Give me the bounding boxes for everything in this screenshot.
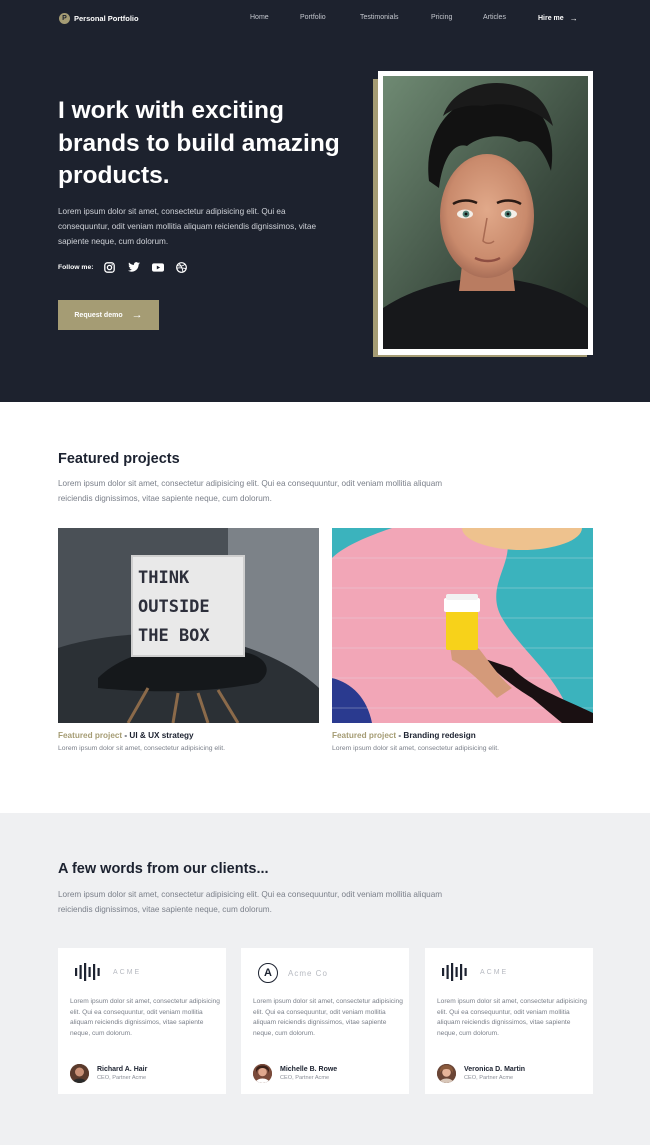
circle-a-icon: A: [258, 963, 278, 983]
author-role: CEO, Partner Acme: [97, 1075, 147, 1081]
instagram-icon[interactable]: [104, 261, 116, 273]
client-logo: ACME: [442, 963, 508, 981]
project-desc-ui-ux: Lorem ipsum dolor sit amet, consectetur …: [58, 745, 225, 752]
testimonial-quote: Lorem ipsum dolor sit amet, consectetur …: [437, 998, 587, 1037]
testimonials-description: Lorem ipsum dolor sit amet, consectetur …: [58, 890, 443, 914]
arrow-right-icon: →: [569, 14, 578, 23]
logo-mark-icon: P: [59, 13, 70, 24]
client-logo: ACME: [75, 963, 141, 981]
client-logo-text: ACME: [480, 968, 509, 976]
testimonial-author: Richard A. Hair CEO, Partner Acme: [70, 1064, 147, 1083]
testimonial-author: Veronica D. Martin CEO, Partner Acme: [437, 1064, 525, 1083]
featured-description: Lorem ipsum dolor sit amet, consectetur …: [58, 479, 443, 503]
nav-portfolio[interactable]: Portfolio: [300, 14, 326, 21]
sign-line-3: THE BOX: [138, 626, 210, 646]
hire-me-label: Hire me: [538, 15, 564, 22]
avatar: [253, 1064, 272, 1083]
portrait-photo: [383, 76, 588, 349]
arrow-right-icon: →: [131, 309, 143, 321]
follow-label: Follow me:: [58, 263, 94, 271]
project-image-ui-ux[interactable]: THINK OUTSIDE THE BOX: [58, 528, 319, 723]
testimonial-quote: Lorem ipsum dolor sit amet, consectetur …: [253, 998, 403, 1037]
author-name: Michelle B. Rowe: [280, 1066, 338, 1073]
testimonial-card: A Acme Co Lorem ipsum dolor sit amet, co…: [241, 948, 409, 1094]
client-logo-text: ACME: [113, 968, 142, 976]
brand-name: Personal Portfolio: [74, 14, 139, 23]
twitter-icon[interactable]: [127, 261, 140, 273]
author-name: Richard A. Hair: [97, 1066, 148, 1073]
testimonial-card: ACME Lorem ipsum dolor sit amet, consect…: [58, 948, 226, 1094]
youtube-icon[interactable]: [151, 261, 164, 273]
testimonials-title: A few words from our clients...: [58, 861, 269, 877]
brand-logo[interactable]: P Personal Portfolio: [59, 13, 139, 24]
nav-home[interactable]: Home: [250, 14, 269, 21]
sign-line-1: THINK: [138, 568, 190, 588]
client-logo: A Acme Co: [258, 963, 328, 983]
author-name: Veronica D. Martin: [464, 1066, 526, 1073]
soundwave-icon: [75, 963, 100, 981]
testimonial-author: Michelle B. Rowe CEO, Partner Acme: [253, 1064, 337, 1083]
avatar: [437, 1064, 456, 1083]
hero-title: I work with exciting brands to build ama…: [58, 97, 340, 189]
nav-testimonials[interactable]: Testimonials: [360, 14, 399, 21]
project-image-branding[interactable]: [332, 528, 593, 723]
social-follow: Follow me:: [58, 261, 200, 273]
project-desc-branding: Lorem ipsum dolor sit amet, consectetur …: [332, 745, 499, 752]
author-role: CEO, Partner Acme: [464, 1075, 514, 1081]
project-prefix: Featured project: [332, 731, 397, 740]
dribbble-icon[interactable]: [176, 261, 188, 273]
soundwave-icon: [442, 963, 467, 981]
avatar: [70, 1064, 89, 1083]
project-name: - UI & UX strategy: [122, 731, 194, 740]
testimonial-quote: Lorem ipsum dolor sit amet, consectetur …: [70, 998, 220, 1037]
project-prefix: Featured project: [58, 731, 123, 740]
author-role: CEO, Partner Acme: [280, 1075, 330, 1081]
nav-articles[interactable]: Articles: [483, 14, 506, 21]
project-title-branding[interactable]: Featured project - Branding redesign: [332, 731, 476, 740]
request-demo-button[interactable]: Request demo →: [58, 300, 159, 330]
hero-section: P Personal Portfolio Home Portfolio Test…: [0, 0, 650, 402]
project-name: - Branding redesign: [396, 731, 476, 740]
sign-line-2: OUTSIDE: [138, 597, 210, 617]
featured-title: Featured projects: [58, 451, 180, 467]
nav-pricing[interactable]: Pricing: [431, 14, 452, 21]
request-demo-label: Request demo: [74, 311, 123, 319]
client-logo-text: Acme Co: [288, 968, 328, 978]
hero-description: Lorem ipsum dolor sit amet, consectetur …: [58, 207, 317, 246]
hire-me-link[interactable]: Hire me →: [538, 14, 578, 23]
testimonial-card: ACME Lorem ipsum dolor sit amet, consect…: [425, 948, 593, 1094]
project-title-ui-ux[interactable]: Featured project - UI & UX strategy: [58, 731, 194, 740]
